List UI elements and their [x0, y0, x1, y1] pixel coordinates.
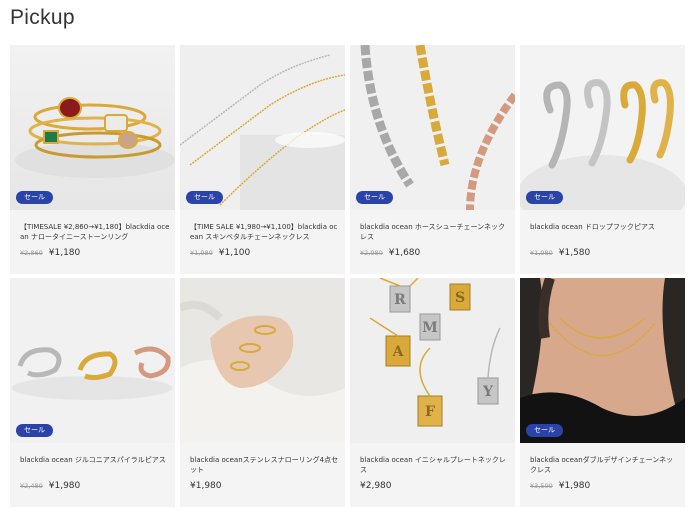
product-name[interactable]: 【TIME SALE ¥1,980→¥1,100】blackdia ocean …: [190, 222, 340, 242]
product-price: ¥1,180: [48, 248, 81, 258]
product-price: ¥1,580: [558, 248, 591, 258]
product-name[interactable]: blackdia oceanステンレスナローリング4点セット: [190, 455, 340, 475]
plate-letter: F: [425, 404, 435, 420]
plate-letter: R: [394, 292, 406, 308]
product-image[interactable]: [10, 45, 175, 210]
original-price: ¥2,860: [20, 249, 43, 257]
product-grid: セール 【TIMESALE ¥2,860→¥1,180】blackdia oce…: [10, 45, 688, 507]
product-name[interactable]: blackdia oceanダブルデザインチェーンネックレス: [530, 455, 680, 475]
product-card[interactable]: R S M A F Y blackdia ocean イニシャルプレートネックレ…: [350, 278, 515, 507]
product-name[interactable]: blackdia ocean ドロップフックピアス: [530, 222, 680, 242]
product-price: ¥2,980: [360, 481, 392, 491]
product-card[interactable]: セール blackdia oceanダブルデザインチェーンネックレス ¥3,50…: [520, 278, 685, 507]
original-price: ¥1,980: [190, 249, 213, 257]
product-image[interactable]: [180, 45, 345, 210]
product-price: ¥1,980: [190, 481, 222, 491]
sale-badge: セール: [526, 424, 563, 437]
product-card[interactable]: セール 【TIME SALE ¥1,980→¥1,100】blackdia oc…: [180, 45, 345, 274]
product-image[interactable]: [180, 278, 345, 443]
product-image[interactable]: [520, 278, 685, 443]
product-image[interactable]: R S M A F Y: [350, 278, 515, 443]
original-price: ¥1,980: [530, 249, 553, 257]
product-card[interactable]: セール blackdia ocean ホースシューチェーンネックレス ¥2,98…: [350, 45, 515, 274]
product-card[interactable]: セール 【TIMESALE ¥2,860→¥1,180】blackdia oce…: [10, 45, 175, 274]
section-title: Pickup: [10, 6, 75, 29]
product-card[interactable]: セール blackdia ocean ドロップフックピアス ¥1,980 ¥1,5…: [520, 45, 685, 274]
plate-letter: A: [392, 344, 405, 360]
plate-letter: M: [422, 320, 438, 336]
sale-badge: セール: [16, 424, 53, 437]
original-price: ¥2,980: [360, 249, 383, 257]
product-price: ¥1,980: [558, 481, 591, 491]
plate-letter: Y: [482, 384, 494, 400]
product-price: ¥1,100: [218, 248, 251, 258]
original-price: ¥3,500: [530, 482, 553, 490]
product-image[interactable]: [520, 45, 685, 210]
product-name[interactable]: blackdia ocean ジルコニアスパイラルピアス: [20, 455, 170, 475]
product-name[interactable]: blackdia ocean ホースシューチェーンネックレス: [360, 222, 510, 242]
product-price: ¥1,680: [388, 248, 421, 258]
product-price: ¥1,980: [48, 481, 81, 491]
sale-badge: セール: [186, 191, 223, 204]
sale-badge: セール: [526, 191, 563, 204]
product-card[interactable]: blackdia oceanステンレスナローリング4点セット ¥1,980: [180, 278, 345, 507]
sale-badge: セール: [16, 191, 53, 204]
product-image[interactable]: [350, 45, 515, 210]
original-price: ¥2,480: [20, 482, 43, 490]
product-card[interactable]: セール blackdia ocean ジルコニアスパイラルピアス ¥2,480 ¥…: [10, 278, 175, 507]
product-name[interactable]: 【TIMESALE ¥2,860→¥1,180】blackdia ocean ナ…: [20, 222, 170, 242]
plate-letter: S: [455, 290, 465, 306]
product-image[interactable]: [10, 278, 175, 443]
product-name[interactable]: blackdia ocean イニシャルプレートネックレス: [360, 455, 510, 475]
sale-badge: セール: [356, 191, 393, 204]
